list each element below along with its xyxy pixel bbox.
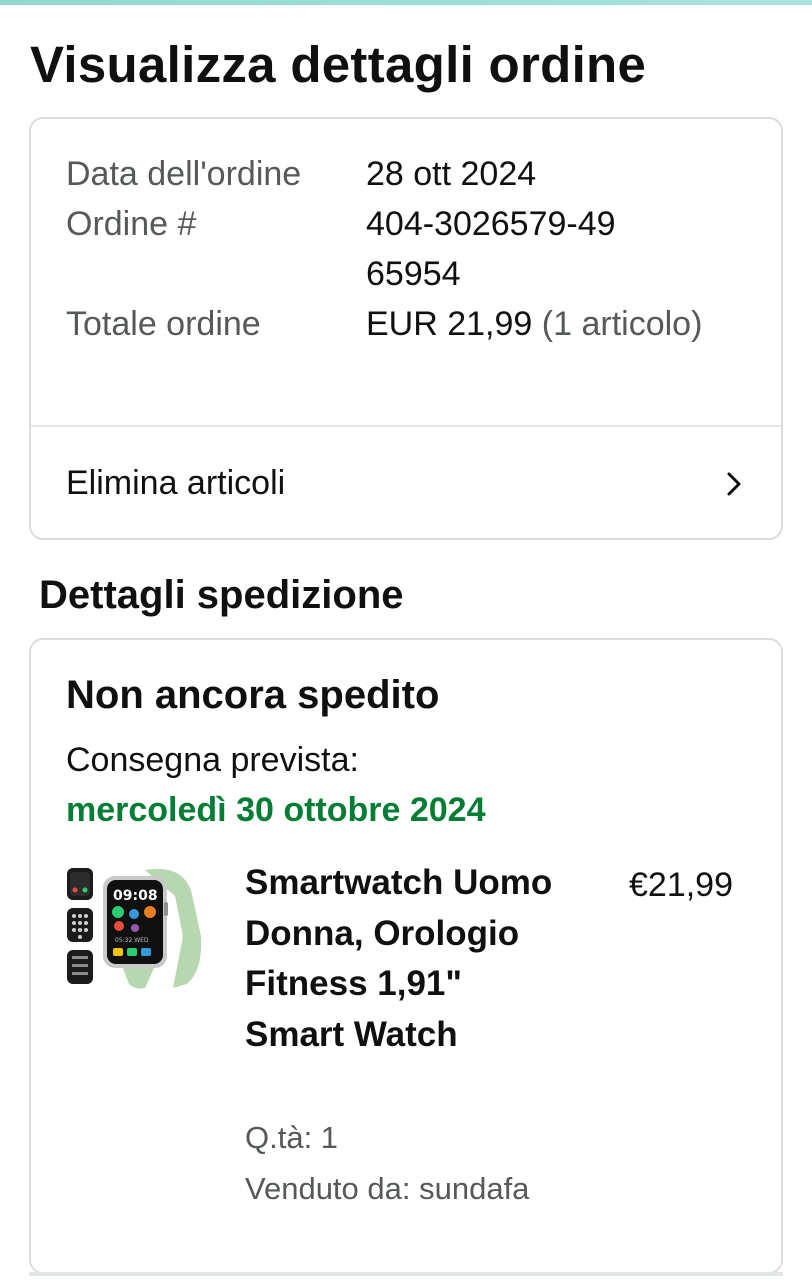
order-total-amount: EUR 21,99 xyxy=(366,305,533,343)
product-price: €21,99 xyxy=(629,866,733,904)
order-total-row: Totale ordine EUR 21,99 (1 articolo) xyxy=(66,299,766,349)
delete-items-label: Elimina articoli xyxy=(66,464,286,502)
chevron-right-icon xyxy=(727,472,741,495)
watch-face-time: 09:08 xyxy=(113,888,158,904)
bottom-divider xyxy=(29,1272,783,1276)
order-total-label: Totale ordine xyxy=(66,305,261,343)
product-name-link[interactable]: Smartwatch Uomo Donna, Orologio Fitness … xyxy=(245,858,565,1060)
order-date-row: Data dell'ordine 28 ott 2024 xyxy=(66,149,766,199)
shipping-status: Non ancora spedito xyxy=(66,673,440,717)
watch-face-subtext: 05:32 WED xyxy=(115,937,149,944)
product-seller: Venduto da: sundafa xyxy=(245,1171,530,1206)
order-number-row: Ordine # 404-3026579-4965954 xyxy=(66,199,766,299)
top-accent-bar xyxy=(0,0,812,5)
shipment-card: Non ancora spedito Consegna prevista: me… xyxy=(29,638,783,1274)
order-summary-grid: Data dell'ordine 28 ott 2024 Ordine # 40… xyxy=(66,149,766,349)
shipping-section-title: Dettagli spedizione xyxy=(39,573,404,617)
order-number-label: Ordine # xyxy=(66,205,197,243)
order-item-count: (1 articolo) xyxy=(541,305,703,343)
delivery-eta-label: Consegna prevista: xyxy=(66,741,359,779)
order-total-value: EUR 21,99 (1 articolo) xyxy=(366,299,766,349)
order-date-value: 28 ott 2024 xyxy=(366,155,537,193)
order-number-value: 404-3026579-4965954 xyxy=(366,205,616,293)
smartwatch-product-image[interactable]: 09:08 05:32 WED xyxy=(63,866,209,992)
page-title: Visualizza dettagli ordine xyxy=(30,36,647,93)
order-summary-card: Data dell'ordine 28 ott 2024 Ordine # 40… xyxy=(29,117,783,540)
order-date-label: Data dell'ordine xyxy=(66,155,302,193)
delivery-eta-date: mercoledì 30 ottobre 2024 xyxy=(66,791,486,829)
delete-items-button[interactable]: Elimina articoli xyxy=(31,427,781,540)
product-quantity: Q.tà: 1 xyxy=(245,1120,339,1155)
